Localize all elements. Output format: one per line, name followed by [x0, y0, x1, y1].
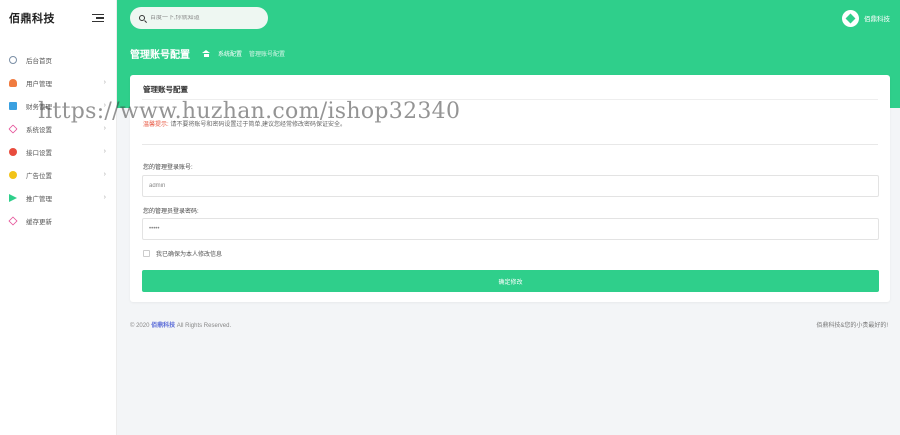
sidebar-item-settings[interactable]: 系统设置 › [0, 117, 116, 140]
account-label: 您的管理登录账号: [143, 165, 193, 171]
chevron-right-icon: › [103, 148, 106, 155]
sidebar-item-label: 推广管理 [26, 195, 52, 203]
copyright-prefix: © 2020 [130, 323, 150, 329]
menu-toggle-icon[interactable] [92, 14, 104, 22]
sidebar-nav: 后台首页 用户管理 › 财务管理 › 系统设置 › 接口设置 › 广告位置 › [0, 48, 116, 232]
footer-right-text: 佰鼎科技&您的小贵最好的! [816, 323, 888, 329]
search-box[interactable] [130, 7, 268, 29]
ad-icon [9, 170, 17, 179]
user-menu[interactable]: 佰鼎科技 [842, 9, 890, 27]
brand-bar: 佰鼎科技 [0, 0, 116, 36]
promo-icon [9, 193, 17, 202]
sidebar-item-users[interactable]: 用户管理 › [0, 71, 116, 94]
search-icon [139, 15, 145, 21]
dashboard-icon [9, 55, 17, 64]
user-icon [9, 78, 17, 87]
cache-icon [8, 215, 18, 226]
chevron-right-icon: › [103, 194, 106, 201]
sidebar-item-promo[interactable]: 推广管理 › [0, 186, 116, 209]
chevron-right-icon: › [103, 125, 106, 132]
chevron-right-icon: › [103, 102, 106, 109]
card-title: 管理账号配置 [143, 85, 188, 94]
account-input[interactable] [142, 175, 879, 197]
sidebar-item-label: 广告位置 [26, 172, 52, 180]
sidebar-item-label: 财务管理 [26, 103, 52, 111]
password-label: 您的管理员登录密码: [143, 209, 199, 215]
sidebar: 佰鼎科技 后台首页 用户管理 › 财务管理 › 系统设置 › 接口设置 › 广告… [0, 0, 117, 435]
search-input[interactable] [150, 15, 260, 21]
page-title: 管理账号配置 [130, 50, 190, 61]
sidebar-item-dashboard[interactable]: 后台首页 [0, 48, 116, 71]
sidebar-item-cache[interactable]: 缓存更新 [0, 209, 116, 232]
sidebar-item-label: 缓存更新 [26, 218, 52, 226]
top-header: 佰鼎科技 [117, 0, 900, 36]
submit-button[interactable]: 确定修改 [142, 270, 879, 292]
footer-copyright: © 2020 佰鼎科技 All Rights Reserved. [130, 320, 231, 329]
sidebar-item-label: 后台首页 [26, 57, 52, 65]
sidebar-item-finance[interactable]: 财务管理 › [0, 94, 116, 117]
settings-icon [8, 123, 18, 134]
finance-icon [9, 101, 17, 110]
copyright-link[interactable]: 佰鼎科技 [151, 323, 175, 329]
sidebar-item-port[interactable]: 接口设置 › [0, 140, 116, 163]
brand-logo: 佰鼎科技 [9, 13, 55, 25]
breadcrumb-system[interactable]: 系统配置 [218, 49, 242, 58]
avatar [842, 9, 859, 27]
home-icon[interactable] [202, 50, 210, 57]
tip-message: 请不要将账号和密码设置过于简单,建议您经常修改密码保证安全。 [170, 122, 347, 128]
divider [142, 144, 878, 145]
sidebar-item-ads[interactable]: 广告位置 › [0, 163, 116, 186]
sidebar-item-label: 接口设置 [26, 149, 52, 157]
port-icon [9, 147, 17, 156]
chevron-right-icon: › [103, 79, 106, 86]
tip-text: 温馨提示: 请不要将账号和密码设置过于简单,建议您经常修改密码保证安全。 [143, 119, 346, 128]
tip-warn-label: 温馨提示: [143, 122, 169, 128]
user-name: 佰鼎科技 [864, 16, 890, 23]
account-config-card: 管理账号配置 温馨提示: 请不要将账号和密码设置过于简单,建议您经常修改密码保证… [130, 75, 890, 302]
confirm-checkbox-label: 我已确保为本人修改信息 [156, 252, 223, 258]
breadcrumb-current: 管理账号配置 [249, 52, 286, 58]
chevron-right-icon: › [103, 171, 106, 178]
password-input[interactable] [142, 218, 879, 240]
page-header: 管理账号配置 系统配置 管理账号配置 [130, 46, 292, 61]
sidebar-item-label: 系统设置 [26, 126, 52, 134]
sidebar-item-label: 用户管理 [26, 80, 52, 88]
copyright-suffix: All Rights Reserved. [176, 323, 232, 329]
confirm-checkbox-row[interactable]: 我已确保为本人修改信息 [143, 249, 222, 258]
confirm-checkbox[interactable] [143, 250, 150, 257]
divider [142, 99, 878, 100]
